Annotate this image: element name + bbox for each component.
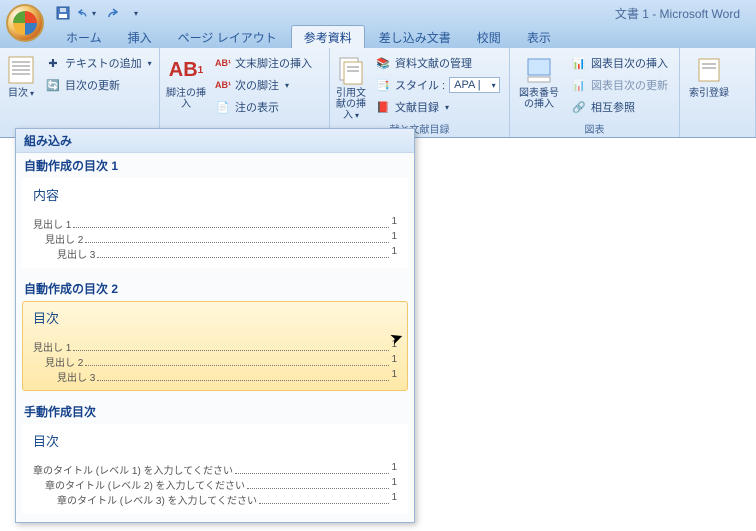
cross-reference-button[interactable]: 🔗相互参照	[567, 97, 672, 117]
update-icon: 🔄	[45, 77, 61, 93]
tab-review[interactable]: 校閲	[465, 26, 513, 48]
gallery-header: 組み込み	[16, 129, 414, 153]
group-footnotes: AB1 脚注の挿入 AB¹文末脚注の挿入 AB¹次の脚注▾ 📄注の表示	[160, 48, 330, 137]
mark-entry-button[interactable]: 索引登録	[684, 51, 734, 137]
gallery-item-manual[interactable]: 目次 章のタイトル (レベル 1) を入力してください1 章のタイトル (レベル…	[22, 424, 408, 514]
insert-table-of-figures-button[interactable]: 📊図表目次の挿入	[567, 53, 672, 73]
tof-update-icon: 📊	[571, 77, 587, 93]
add-text-button[interactable]: ✚テキストの追加▾	[41, 53, 156, 73]
style-dropdown[interactable]: 📑スタイル : APA |	[371, 75, 504, 95]
footnote-icon: AB1	[170, 54, 202, 86]
ribbon-tabs: ホーム 挿入 ページ レイアウト 参考資料 差し込み文書 校閲 表示	[0, 26, 756, 48]
window-title: 文書 1 - Microsoft Word	[615, 5, 752, 22]
save-icon[interactable]	[54, 4, 72, 22]
bibliography-button[interactable]: 📕文献目録▾	[371, 97, 504, 117]
toc-gallery: 組み込み 自動作成の目次 1 内容 見出し 11 見出し 21 見出し 31 自…	[15, 128, 415, 523]
manage-sources-button[interactable]: 📚資料文献の管理	[371, 53, 504, 73]
insert-endnote-button[interactable]: AB¹文末脚注の挿入	[211, 53, 316, 73]
index-icon	[693, 54, 725, 86]
title-bar: ▾ ▾ 文書 1 - Microsoft Word	[0, 0, 756, 26]
gallery-item-auto1[interactable]: 内容 見出し 11 見出し 21 見出し 31	[22, 178, 408, 268]
add-text-icon: ✚	[45, 55, 61, 71]
style-value[interactable]: APA |	[449, 77, 500, 93]
tab-home[interactable]: ホーム	[54, 26, 114, 48]
group-toc: 目次▾ ✚テキストの追加▾ 🔄目次の更新	[0, 48, 160, 137]
quick-access-toolbar: ▾ ▾	[54, 4, 144, 22]
caption-icon	[523, 54, 555, 86]
next-footnote-button[interactable]: AB¹次の脚注▾	[211, 75, 316, 95]
endnote-icon: AB¹	[215, 55, 231, 71]
toc-icon	[5, 54, 37, 86]
update-table-of-figures-button[interactable]: 📊図表目次の更新	[567, 75, 672, 95]
tab-page-layout[interactable]: ページ レイアウト	[166, 26, 289, 48]
toc-button[interactable]: 目次▾	[4, 51, 38, 137]
tab-insert[interactable]: 挿入	[116, 26, 164, 48]
office-button[interactable]	[6, 4, 44, 42]
insert-footnote-button[interactable]: AB1 脚注の挿入	[164, 51, 208, 137]
ribbon: 目次▾ ✚テキストの追加▾ 🔄目次の更新 AB1 脚注の挿入 AB¹文末脚注の挿…	[0, 48, 756, 138]
customize-qat-icon[interactable]: ▾	[126, 4, 144, 22]
tab-references[interactable]: 参考資料	[291, 25, 365, 48]
show-notes-icon: 📄	[215, 99, 231, 115]
gallery-item-auto2[interactable]: 目次 見出し 11 見出し 21 見出し 31	[22, 301, 408, 391]
tof-insert-icon: 📊	[571, 55, 587, 71]
gallery-item-title: 自動作成の目次 1	[16, 153, 414, 176]
undo-icon[interactable]: ▾	[78, 4, 96, 22]
next-footnote-icon: AB¹	[215, 77, 231, 93]
show-notes-button[interactable]: 📄注の表示	[211, 97, 316, 117]
group-index: 索引登録	[680, 48, 756, 137]
tab-view[interactable]: 表示	[515, 26, 563, 48]
group-captions: 図表番号の挿入 📊図表目次の挿入 📊図表目次の更新 🔗相互参照 図表	[510, 48, 680, 137]
style-icon: 📑	[375, 77, 391, 93]
citation-icon	[335, 54, 367, 86]
group-label-captions: 図表	[510, 121, 679, 136]
manage-sources-icon: 📚	[375, 55, 391, 71]
group-citations: 引用文献の挿入▾ 📚資料文献の管理 📑スタイル : APA | 📕文献目録▾ 献…	[330, 48, 510, 137]
bibliography-icon: 📕	[375, 99, 391, 115]
redo-icon[interactable]	[102, 4, 120, 22]
gallery-item-title: 手動作成目次	[16, 399, 414, 422]
tab-mailings[interactable]: 差し込み文書	[367, 26, 463, 48]
update-toc-button[interactable]: 🔄目次の更新	[41, 75, 156, 95]
gallery-item-title: 自動作成の目次 2	[16, 276, 414, 299]
cross-ref-icon: 🔗	[571, 99, 587, 115]
